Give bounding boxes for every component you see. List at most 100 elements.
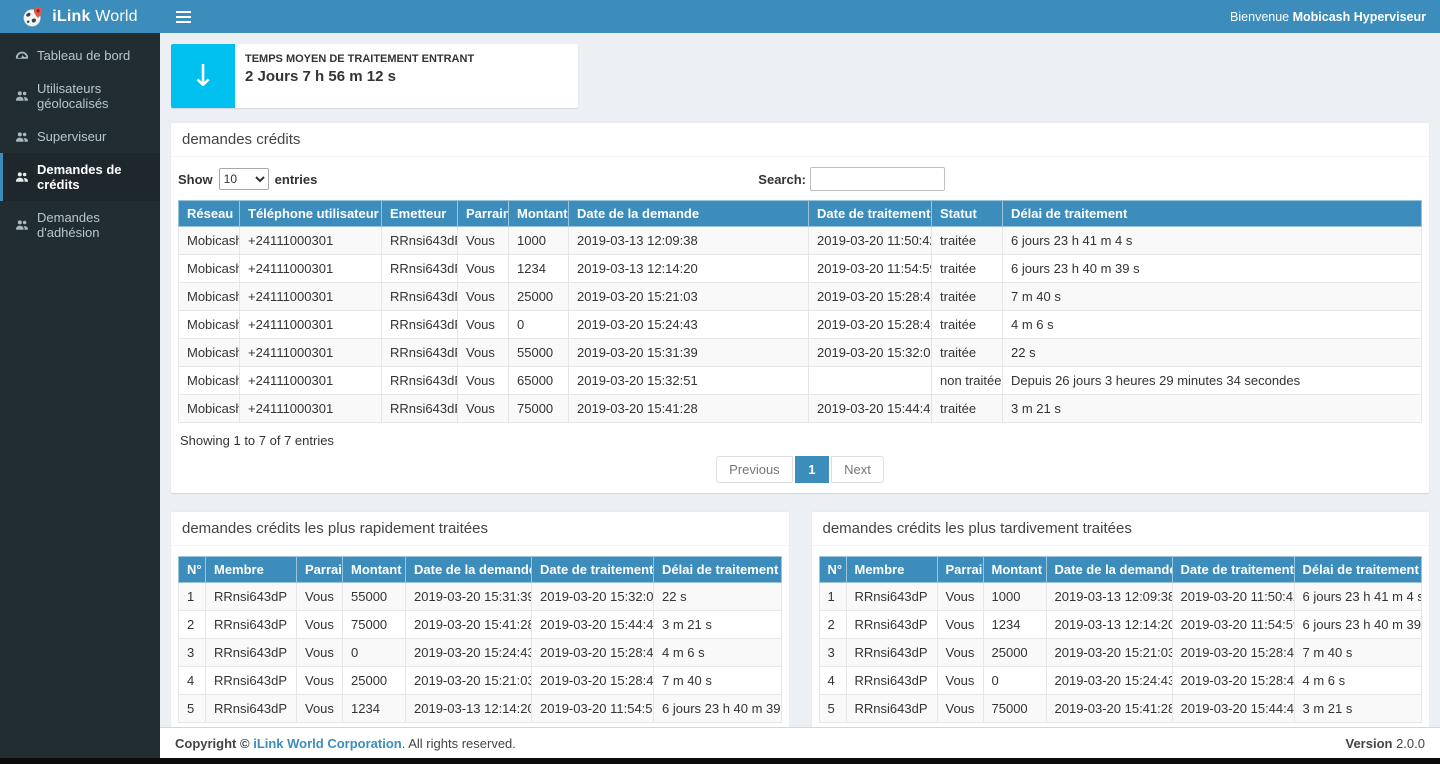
users-icon [15,170,29,184]
table-cell: Mobicash [179,227,240,255]
sidebar-item-demandes-de-credits[interactable]: Demandes de crédits [0,153,160,201]
app-title: iLink World [52,8,138,26]
table-cell: traitée [932,283,1003,311]
table-cell: Mobicash [179,395,240,423]
version-text: Version 2.0.0 [1345,736,1425,751]
table-cell: Vous [297,639,343,667]
table-cell: RRnsi643dP [846,667,937,695]
table-cell: 75000 [343,611,406,639]
table-cell: 2 [179,611,206,639]
table-cell: 6 jours 23 h 40 m 39 s [654,695,782,723]
column-header[interactable]: Montant [343,557,406,583]
company-link[interactable]: iLink World Corporation [253,736,402,751]
sidebar-item-label: Superviseur [37,129,106,144]
column-header[interactable]: Parrain [937,557,983,583]
table-cell: 6 jours 23 h 41 m 4 s [1294,583,1422,611]
sidebar-item-superviseur[interactable]: Superviseur [0,120,160,153]
column-header[interactable]: Emetteur [382,201,458,227]
sidebar-item-tableau-de-bord[interactable]: Tableau de bord [0,39,160,72]
users-icon [15,130,29,144]
table-cell: +24111000301 [240,255,382,283]
table-cell: 2019-03-20 15:32:51 [569,367,809,395]
next-page-button[interactable]: Next [831,456,884,483]
table-cell: 1000 [509,227,569,255]
table-cell: 3 m 21 s [1294,695,1422,723]
column-header[interactable]: Membre [206,557,297,583]
panel-title: demandes crédits les plus rapidement tra… [171,512,789,546]
table-row: Mobicash+24111000301RRnsi643dPVous100020… [179,227,1422,255]
column-header[interactable]: Date de la demande [406,557,532,583]
previous-page-button[interactable]: Previous [716,456,793,483]
table-cell: 4 m 6 s [654,639,782,667]
table-cell: Vous [458,367,509,395]
table-cell: 2019-03-13 12:14:20 [406,695,532,723]
table-cell: 75000 [983,695,1046,723]
page-length-select[interactable]: 10 [219,168,269,190]
table-row: 2RRnsi643dPVous750002019-03-20 15:41:282… [179,611,782,639]
table-row: 1RRnsi643dPVous550002019-03-20 15:31:392… [179,583,782,611]
tardivement-traitees-table: N°MembreParrainMontantDate de la demande… [819,556,1423,723]
table-cell: 2019-03-20 15:24:43 [569,311,809,339]
table-cell: 2019-03-20 15:31:39 [406,583,532,611]
table-cell: 2019-03-20 15:44:49 [1172,695,1294,723]
table-cell: Depuis 26 jours 3 heures 29 minutes 34 s… [1003,367,1422,395]
dashboard-icon [15,49,29,63]
panel-rapidement-traitees: demandes crédits les plus rapidement tra… [171,510,789,727]
column-header[interactable]: Statut [932,201,1003,227]
table-cell: 2 [819,611,846,639]
table-cell: 6 jours 23 h 41 m 4 s [1003,227,1422,255]
table-cell: 65000 [509,367,569,395]
table-row: 1RRnsi643dPVous10002019-03-13 12:09:3820… [819,583,1422,611]
table-cell: 2019-03-20 15:44:49 [809,395,932,423]
table-cell: 2019-03-20 11:50:42 [1172,583,1294,611]
table-cell: 22 s [654,583,782,611]
column-header[interactable]: Membre [846,557,937,583]
panel-title: demandes crédits les plus tardivement tr… [812,512,1430,546]
table-cell: 4 [819,667,846,695]
column-header[interactable]: Date de la demande [1046,557,1172,583]
table-cell: 55000 [509,339,569,367]
table-cell: non traitée [932,367,1003,395]
column-header[interactable]: Réseau [179,201,240,227]
search-input[interactable] [810,167,945,191]
column-header[interactable]: Date de traitement [1172,557,1294,583]
table-cell: 25000 [983,639,1046,667]
column-header[interactable]: Délai de traitement [1294,557,1422,583]
panel-tardivement-traitees: demandes crédits les plus tardivement tr… [812,510,1430,727]
app-logo[interactable]: iLink World [0,0,160,33]
table-cell: Mobicash [179,283,240,311]
sidebar-item-label: Utilisateurs géolocalisés [37,81,148,111]
sidebar-item-utilisateurs-geolocalises[interactable]: Utilisateurs géolocalisés [0,72,160,120]
table-cell: 2019-03-20 15:31:39 [569,339,809,367]
info-box-temps-moyen: ↓ TEMPS MOYEN DE TRAITEMENT ENTRANT 2 Jo… [171,44,578,108]
table-cell: 2019-03-20 15:41:28 [406,611,532,639]
column-header[interactable]: N° [819,557,846,583]
column-header[interactable]: Parrain [297,557,343,583]
table-cell: 2019-03-13 12:09:38 [569,227,809,255]
table-cell: 1000 [983,583,1046,611]
table-cell: 22 s [1003,339,1422,367]
column-header[interactable]: Parrain [458,201,509,227]
table-cell: traitée [932,339,1003,367]
table-row: Mobicash+24111000301RRnsi643dPVous650002… [179,367,1422,395]
column-header[interactable]: Montant [983,557,1046,583]
column-header[interactable]: Date de traitement [809,201,932,227]
column-header[interactable]: Date de la demande [569,201,809,227]
column-header[interactable]: Téléphone utilisateur [240,201,382,227]
table-cell: 25000 [343,667,406,695]
table-cell [809,367,932,395]
pagination: Previous 1 Next [178,456,1422,483]
table-cell: Vous [458,255,509,283]
column-header[interactable]: Date de traitement [532,557,654,583]
table-row: 2RRnsi643dPVous12342019-03-13 12:14:2020… [819,611,1422,639]
table-row: Mobicash+24111000301RRnsi643dPVous250002… [179,283,1422,311]
column-header[interactable]: Délai de traitement [654,557,782,583]
hamburger-icon[interactable] [174,7,193,27]
page-1-button[interactable]: 1 [795,456,828,483]
sidebar-item-demandes-adhesion[interactable]: Demandes d'adhésion [0,201,160,249]
table-cell: RRnsi643dP [382,227,458,255]
column-header[interactable]: Montant [509,201,569,227]
column-header[interactable]: N° [179,557,206,583]
column-header[interactable]: Délai de traitement [1003,201,1422,227]
table-cell: RRnsi643dP [382,255,458,283]
